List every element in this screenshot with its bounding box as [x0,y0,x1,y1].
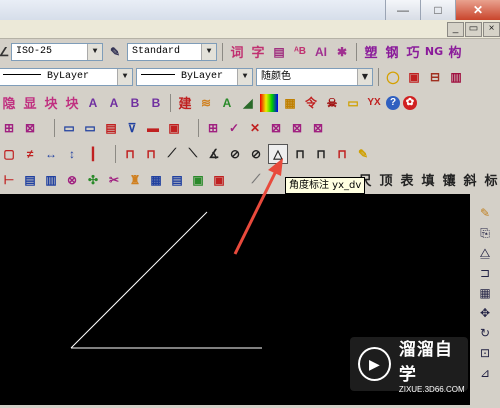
watermark-text: 溜溜自学 ZIXUE.3D66.COM [399,335,468,394]
watermark-brand: 溜溜自学 [398,339,453,385]
annotation-arrow [233,168,279,255]
play-logo-icon: ▶ [358,347,391,381]
watermark: ▶ 溜溜自学 ZIXUE.3D66.COM [350,335,468,394]
watermark-site: ZIXUE.3D66.COM [398,384,465,394]
arrow-head-icon [268,158,283,176]
tooltip: 角度标注 yx_dv [285,177,366,194]
